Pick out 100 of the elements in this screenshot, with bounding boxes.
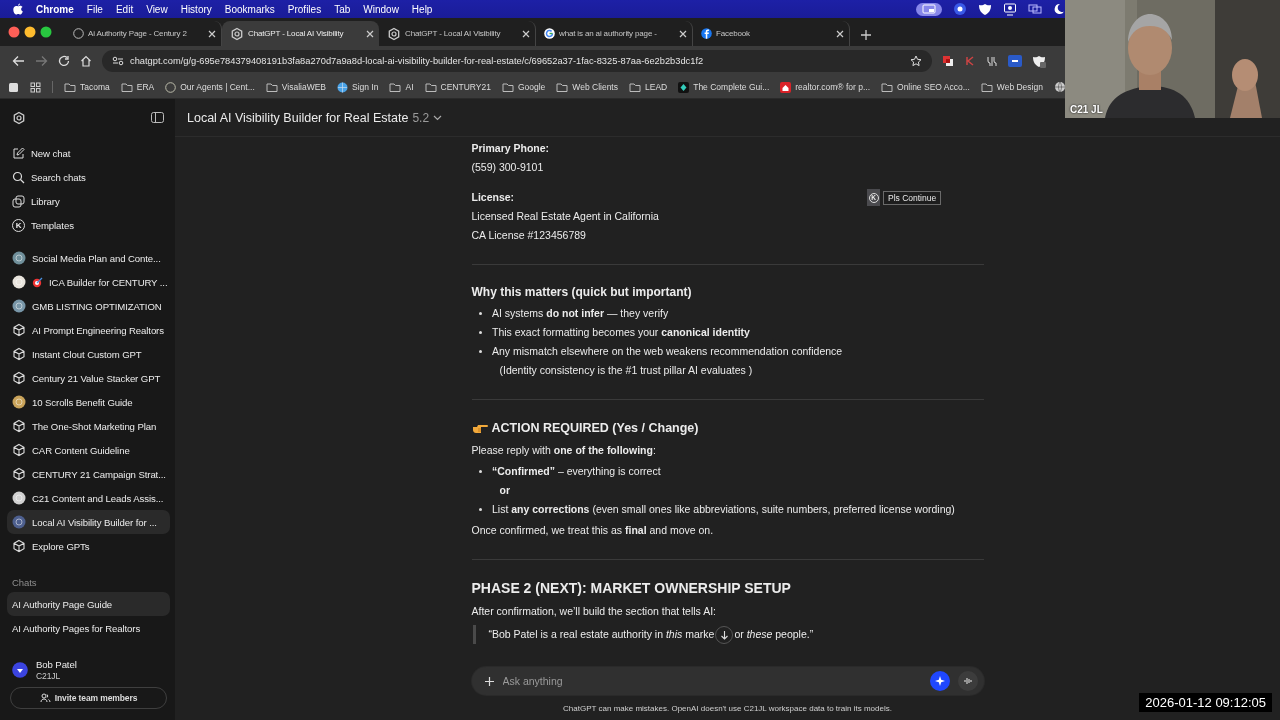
quote-text: or these people.”	[734, 627, 814, 642]
close-window-button[interactable]	[8, 26, 20, 38]
bookmark[interactable]: Sign In	[337, 81, 379, 93]
extension-icon[interactable]	[1032, 54, 1046, 68]
sidebar-nav-item[interactable]: Search chats	[7, 165, 170, 189]
sidebar-nav-item[interactable]: Library	[7, 189, 170, 213]
bullet-icon	[478, 469, 482, 474]
bookmark[interactable]: Google	[501, 81, 546, 93]
globe-icon[interactable]	[1053, 81, 1066, 93]
bookmark[interactable]: LEAD	[629, 81, 668, 93]
voice-button[interactable]	[957, 671, 978, 691]
menu-item[interactable]: Help	[411, 3, 433, 15]
bullet-text: “Confirmed” – everything is correct	[492, 464, 661, 479]
sidebar-nav-item[interactable]: K Templates	[7, 213, 170, 237]
gpt-item[interactable]: The One-Shot Marketing Plan	[7, 414, 170, 438]
menu-item[interactable]: Profiles	[287, 3, 322, 15]
moon-icon[interactable]	[1053, 3, 1065, 15]
sparkle-button[interactable]	[929, 671, 950, 691]
gpt-item[interactable]: Explore GPTs	[7, 534, 170, 558]
gpt-item[interactable]: 10 Scrolls Benefit Guide	[7, 390, 170, 414]
gpt-item[interactable]: Instant Clout Custom GPT	[7, 342, 170, 366]
message-field[interactable]: Ask anything	[471, 667, 984, 695]
gpt-item[interactable]: AI Prompt Engineering Realtors	[7, 318, 170, 342]
bookmark[interactable]: Online SEO Acco...	[881, 81, 970, 93]
app-status-icon[interactable]	[953, 2, 967, 16]
bookmark[interactable]: The Complete Gui...	[678, 81, 770, 93]
bookmark[interactable]: Tacoma	[64, 81, 110, 93]
app-logo-icon[interactable]	[12, 110, 26, 125]
scroll-down-button[interactable]	[715, 625, 734, 644]
bookmark[interactable]: ERA	[120, 81, 155, 93]
bookmark[interactable]: VisaliaWEB	[265, 81, 326, 93]
menu-app-name[interactable]: Chrome	[36, 3, 74, 15]
action-heading: ACTION REQUIRED (Yes / Change)	[491, 420, 699, 437]
tab-square-icon[interactable]	[8, 81, 19, 93]
section-label: Chats	[12, 577, 38, 588]
monitor-icon[interactable]	[1003, 2, 1017, 16]
chevron-down-icon[interactable]	[433, 114, 443, 121]
extension-icon[interactable]	[1008, 55, 1022, 67]
model-version[interactable]: 5.2	[412, 110, 430, 125]
chat-item[interactable]: AI Authority Pages for Realtors	[7, 616, 170, 640]
home-icon[interactable]	[80, 55, 92, 67]
site-logo-icon	[165, 81, 177, 93]
minimize-window-button[interactable]	[24, 26, 36, 38]
close-icon[interactable]	[836, 29, 844, 38]
bookmark[interactable]: AI	[389, 81, 414, 93]
menu-item[interactable]: File	[86, 3, 103, 15]
paragraph: Once confirmed, we treat this as final and move on.	[471, 523, 715, 538]
gpt-item[interactable]: CAR Content Guideline	[7, 438, 170, 462]
address-bar[interactable]: chatgpt.com/g/g-695e784379408191b3fa8a270d7a9a8d-local-ai-visibility-builder-for-real-estate/c/69652a37-1fac-8325-87aa-6e2b2b3dc1f2	[102, 50, 932, 72]
bookmark[interactable]: realtor.com® for p...	[780, 81, 871, 93]
gpt-item[interactable]: Social Media Plan and Conte...	[7, 246, 170, 270]
cube-icon	[12, 323, 26, 337]
browser-tab[interactable]: ChatGPT - Local AI Visibility	[222, 21, 379, 46]
shield-icon[interactable]	[978, 2, 992, 16]
menu-item[interactable]: Edit	[115, 3, 134, 15]
menu-item[interactable]: View	[146, 3, 168, 15]
menu-item[interactable]: History	[180, 3, 212, 15]
bullet-text: List any corrections (even small ones like abbreviations, suite numbers, preferred license wording)	[492, 502, 955, 517]
library-icon	[12, 194, 25, 208]
plus-icon[interactable]	[483, 675, 495, 687]
new-tab-icon[interactable]	[860, 29, 872, 41]
gpt-item[interactable]: GMB LISTING OPTIMIZATION	[7, 294, 170, 318]
extension-icon[interactable]	[942, 55, 954, 67]
chat-logo-icon	[387, 26, 401, 41]
bookmark[interactable]: CENTURY21	[424, 81, 491, 93]
chat-item[interactable]: AI Authority Page Guide	[7, 592, 170, 616]
close-icon[interactable]	[679, 29, 687, 38]
sidebar-toggle-icon[interactable]	[151, 112, 164, 123]
bookmark[interactable]: Web Clients	[556, 81, 618, 93]
gpt-item[interactable]: CENTURY 21 Campaign Strat...	[7, 462, 170, 486]
close-icon[interactable]	[366, 29, 374, 38]
gpt-item[interactable]: Local AI Visibility Builder for ...	[7, 510, 170, 534]
menu-item[interactable]: Bookmarks	[224, 3, 275, 15]
extension-icon[interactable]	[986, 55, 998, 67]
bullet-text: (Identity consistency is the #1 trust pillar AI evaluates )	[498, 363, 753, 378]
reload-icon[interactable]	[58, 55, 70, 67]
zoom-window-button[interactable]	[40, 26, 52, 38]
close-icon[interactable]	[208, 29, 216, 38]
sidebar-nav-item[interactable]: New chat	[7, 141, 170, 165]
bookmark[interactable]: Our Agents | Cent...	[165, 81, 255, 93]
site-logo-icon	[73, 28, 84, 39]
windows-icon[interactable]	[1028, 3, 1042, 15]
text-input[interactable]: Ask anything	[502, 675, 922, 687]
star-icon[interactable]	[910, 55, 922, 67]
gpt-item[interactable]: Century 21 Value Stacker GPT	[7, 366, 170, 390]
user-name: Bob Patel	[36, 659, 77, 670]
menu-item[interactable]: Tab	[334, 3, 351, 15]
back-icon[interactable]	[12, 55, 25, 67]
close-icon[interactable]	[522, 29, 530, 38]
menu-item[interactable]: Window	[363, 3, 399, 15]
bookmark[interactable]: Web Design	[980, 81, 1043, 93]
gpt-item[interactable]: ICA Builder for CENTURY ...	[7, 270, 170, 294]
folder-icon	[389, 81, 402, 93]
house-icon	[780, 81, 792, 93]
gpt-item[interactable]: C21 Content and Leads Assis...	[7, 486, 170, 510]
voice-wave-icon	[962, 676, 973, 686]
user-workspace: C21JL	[36, 671, 62, 681]
apps-grid-icon[interactable]	[30, 81, 41, 93]
screen-share-button[interactable]	[916, 2, 942, 16]
chat-title[interactable]: Local AI Visibility Builder for Real Estate	[187, 110, 409, 125]
